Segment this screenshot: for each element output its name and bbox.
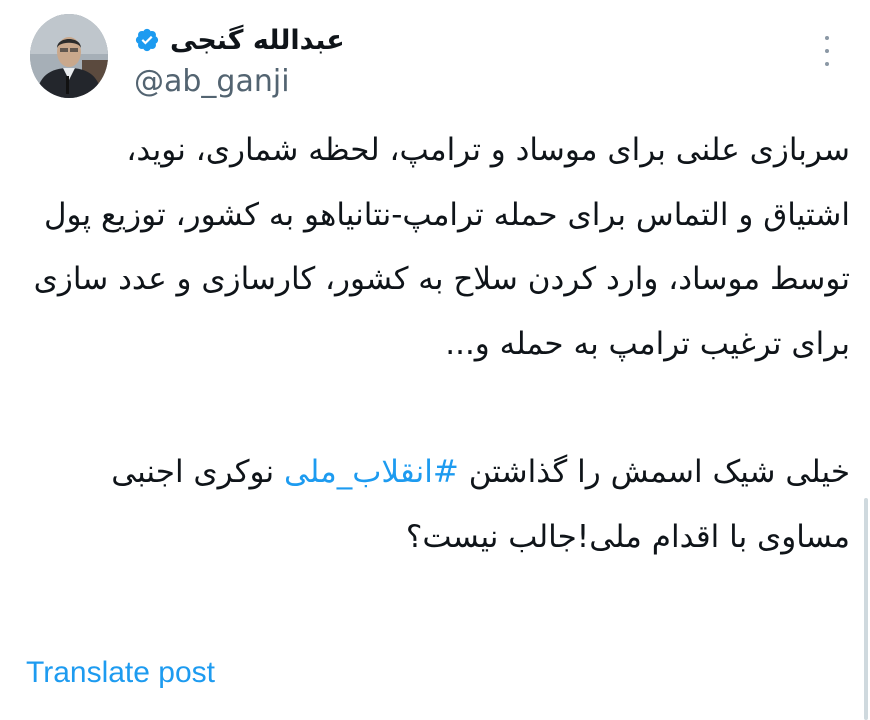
- post-paragraph-2: خیلی شیک اسمش را گذاشتن #انقلاب_ملی نوکر…: [30, 440, 850, 569]
- verified-badge-icon: [135, 28, 159, 52]
- post-paragraph-1: سربازی علنی برای موساد و ترامپ، لحظه شما…: [33, 132, 850, 362]
- post-card: عبدالله گنجی @ab_ganji سربازی علنی برای …: [0, 0, 870, 720]
- scrollbar[interactable]: [864, 498, 868, 720]
- more-dot: [825, 49, 829, 53]
- more-dot: [825, 62, 829, 66]
- post-text-segment: خیلی شیک اسمش را گذاشتن: [468, 454, 850, 490]
- more-dot: [825, 36, 829, 40]
- avatar-photo-icon: [30, 14, 108, 98]
- author-handle[interactable]: @ab_ganji: [134, 64, 290, 99]
- post-text: سربازی علنی برای موساد و ترامپ، لحظه شما…: [30, 118, 850, 569]
- translate-post-link[interactable]: Translate post: [26, 656, 215, 690]
- more-options-icon[interactable]: [822, 36, 832, 66]
- hashtag-link[interactable]: #انقلاب_ملی: [284, 454, 459, 490]
- author-display-name[interactable]: عبدالله گنجی: [170, 25, 345, 56]
- avatar[interactable]: [30, 14, 108, 98]
- author-name-row[interactable]: عبدالله گنجی: [134, 20, 345, 60]
